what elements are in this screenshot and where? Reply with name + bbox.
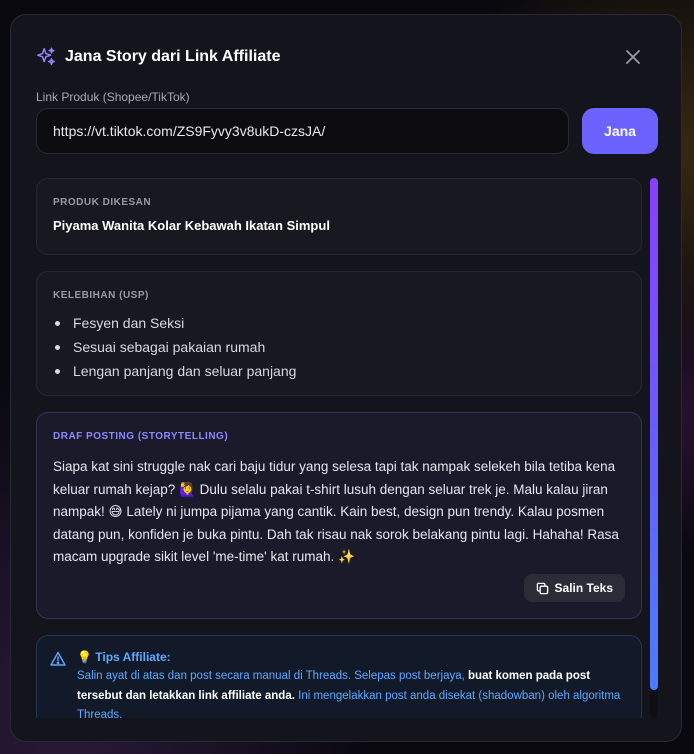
generate-button[interactable]: Jana [582,108,658,154]
scrollbar-thumb[interactable] [650,178,658,690]
copy-icon [536,582,548,594]
copy-text-button[interactable]: Salin Teks [523,574,625,602]
copy-text-label: Salin Teks [554,581,613,595]
draft-card-label: DRAF POSTING (STORYTELLING) [53,431,229,442]
warning-icon [50,651,66,666]
product-card: PRODUK DIKESAN Piyama Wanita Kolar Kebaw… [36,178,642,255]
link-field-label: Link Produk (Shopee/TikTok) [36,90,190,104]
link-input[interactable]: https://vt.tiktok.com/ZS9Fyvy3v8ukD-czsJ… [36,108,569,154]
draft-card: DRAF POSTING (STORYTELLING) Siapa kat si… [36,412,642,619]
product-card-label: PRODUK DIKESAN [53,197,152,208]
sparkle-icon [37,47,55,66]
tips-text-part: Salin ayat di atas dan post secara manua… [77,670,469,682]
story-generator-modal: Jana Story dari Link Affiliate Link Prod… [10,14,682,742]
usp-card-label: KELEBIHAN (USP) [53,290,149,301]
tips-text: Salin ayat di atas dan post secara manua… [77,667,625,718]
draft-text: Siapa kat sini struggle nak cari baju ti… [53,459,619,565]
list-item: Lengan panjang dan seluar panjang [53,359,625,383]
usp-card: KELEBIHAN (USP) Fesyen dan Seksi Sesuai … [36,271,642,396]
results-scroll-area[interactable]: PRODUK DIKESAN Piyama Wanita Kolar Kebaw… [36,178,642,718]
close-button[interactable] [621,45,645,69]
list-item: Fesyen dan Seksi [53,311,625,335]
usp-list: Fesyen dan Seksi Sesuai sebagai pakaian … [53,311,625,383]
modal-header: Jana Story dari Link Affiliate [35,45,657,69]
tips-title: 💡 Tips Affiliate: [77,650,171,664]
close-icon [626,50,640,64]
product-name: Piyama Wanita Kolar Kebawah Ikatan Simpu… [53,218,330,233]
list-item: Sesuai sebagai pakaian rumah [53,335,625,359]
tips-card: 💡 Tips Affiliate: Salin ayat di atas dan… [36,635,642,718]
modal-title: Jana Story dari Link Affiliate [65,48,281,65]
